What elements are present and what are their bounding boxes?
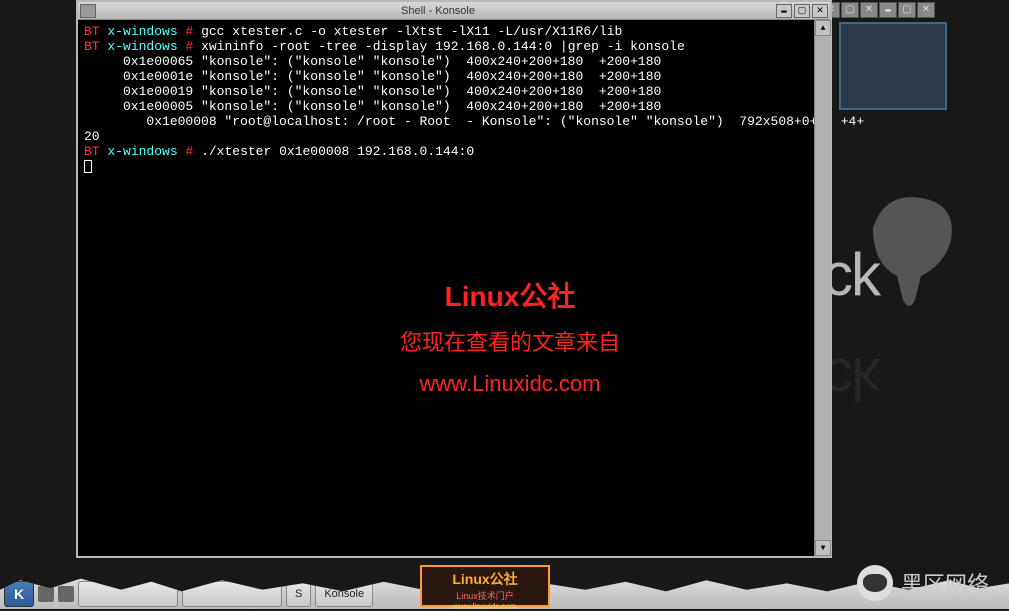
window-title: Shell - Konsole: [100, 5, 776, 17]
minimize-button[interactable]: ▬: [776, 4, 792, 18]
dragon-icon: [849, 180, 969, 320]
control-btn[interactable]: ✕: [917, 2, 935, 18]
taskbar-quicklaunch-icon[interactable]: [58, 586, 74, 602]
heiqu-watermark: 黑区网络: [857, 565, 989, 601]
terminal-output[interactable]: BT x-windows # gcc xtester.c -o xtester …: [78, 20, 830, 556]
linux-badge: Linux公社 Linux技术门户 www.linuxidc.com: [420, 565, 550, 607]
control-btn[interactable]: ▬: [879, 2, 897, 18]
scroll-down-icon[interactable]: ▼: [815, 540, 831, 556]
konsole-window: Shell - Konsole ▬ ▢ ✕ BT x-windows # gcc…: [76, 0, 832, 558]
close-button[interactable]: ✕: [812, 4, 828, 18]
heiqu-icon: [857, 565, 893, 601]
control-btn[interactable]: ✕: [860, 2, 878, 18]
taskbar-quicklaunch-icon[interactable]: [38, 586, 54, 602]
control-btn[interactable]: ▢: [898, 2, 916, 18]
desktop-pager[interactable]: [839, 22, 947, 110]
maximize-button[interactable]: ▢: [794, 4, 810, 18]
scroll-up-icon[interactable]: ▲: [815, 20, 831, 36]
terminal-cursor: [84, 160, 92, 173]
scrollbar-thumb[interactable]: [815, 20, 830, 556]
terminal-scrollbar[interactable]: ▲ ▼: [814, 20, 830, 556]
window-menu-icon[interactable]: [80, 4, 96, 18]
control-btn[interactable]: ▢: [841, 2, 859, 18]
window-titlebar[interactable]: Shell - Konsole ▬ ▢ ✕: [78, 2, 830, 20]
desktop-window-controls: ✕ ▢ ✕ ▬ ▢ ✕: [822, 2, 935, 18]
